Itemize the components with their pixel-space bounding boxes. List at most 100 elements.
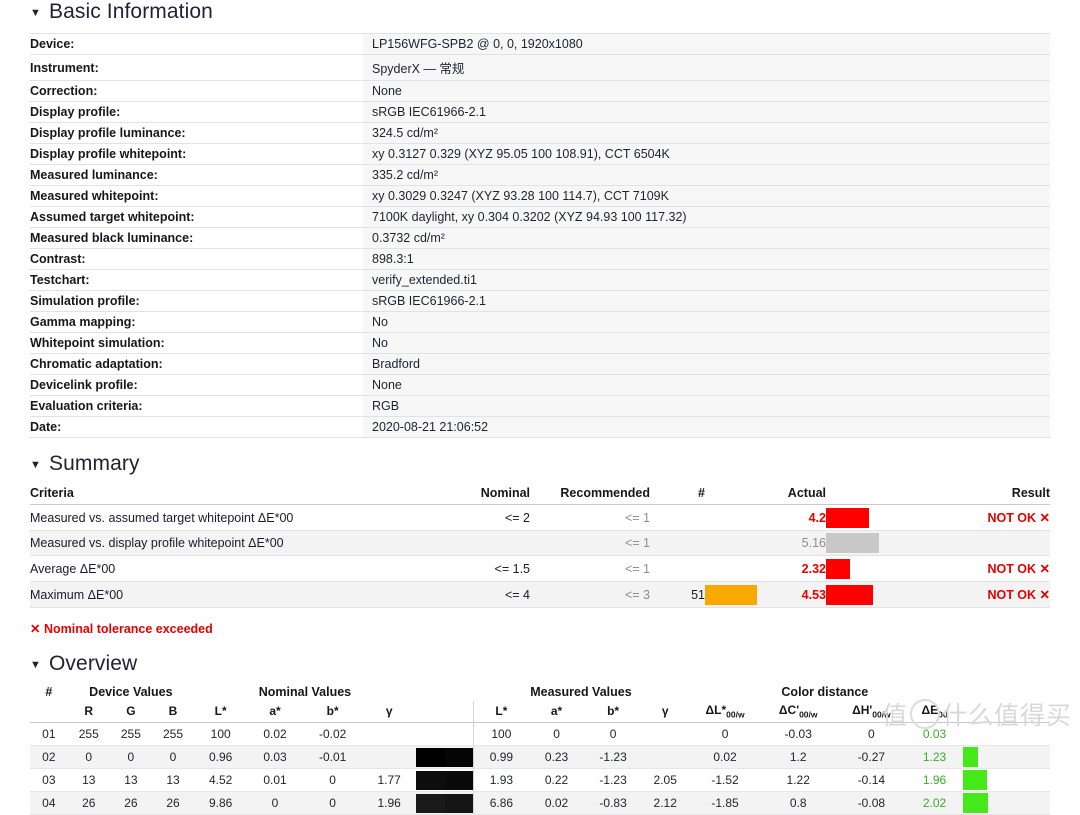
info-key: Measured luminance:	[30, 164, 363, 186]
sub-r: R	[67, 701, 110, 724]
col-recommended: Recommended	[530, 484, 650, 505]
grp-device-values: Device Values	[89, 685, 173, 699]
summary-result: NOT OK ✕	[946, 555, 1050, 582]
sub-swatch-nominal	[415, 701, 445, 724]
summary-criteria: Maximum ΔE*00	[30, 581, 440, 608]
nominal-L: 0.96	[194, 745, 248, 770]
nominal-L: 4.52	[194, 768, 248, 793]
col-criteria: Criteria	[30, 484, 440, 505]
grp-nominal-values: Nominal Values	[258, 685, 352, 699]
row-index: 02	[30, 745, 68, 770]
swatch-measured-chip	[444, 724, 473, 744]
delta-e-bar-cell	[961, 791, 1050, 815]
summary-header[interactable]: ▼ Summary	[30, 452, 1050, 476]
measured-a: 0.22	[528, 768, 585, 793]
summary-count: 51	[650, 581, 705, 608]
row-index: 03	[30, 768, 68, 793]
sub-measured-a: a*	[528, 701, 585, 724]
sub-delta-C: ΔC'00/w	[761, 701, 835, 724]
info-key: Chromatic adaptation:	[30, 353, 363, 375]
swatch-measured	[444, 768, 474, 793]
device-b: 26	[151, 791, 195, 815]
info-row: Display profile: sRGB IEC61966-2.1	[30, 101, 1050, 123]
measured-b: 0	[584, 722, 642, 747]
summary-row: Average ΔE*00 <= 1.5 <= 1 2.32 NOT OK ✕	[30, 555, 1050, 582]
nominal-tolerance-warning: ✕ Nominal tolerance exceeded	[30, 622, 213, 636]
col-result: Result	[946, 484, 1050, 505]
overview-header[interactable]: ▼ Overview	[30, 652, 1050, 676]
swatch-measured	[444, 791, 474, 815]
summary-nominal	[440, 530, 530, 556]
watermark: 值 什么值得买	[882, 696, 1072, 732]
info-key: Measured whitepoint:	[30, 185, 363, 207]
info-key: Display profile whitepoint:	[30, 143, 363, 165]
summary-nominal: <= 2	[440, 504, 530, 531]
summary-count	[650, 504, 705, 531]
col-actual: Actual	[763, 484, 826, 505]
summary-recommended: <= 1	[530, 555, 650, 582]
device-g: 255	[109, 722, 152, 747]
measured-b: -0.83	[584, 791, 642, 815]
info-row: Measured black luminance: 0.3732 cd/m²	[30, 227, 1050, 249]
summary-table: Criteria Nominal Recommended # Actual Re…	[30, 484, 1050, 608]
info-key: Whitepoint simulation:	[30, 332, 363, 354]
info-row: Date: 2020-08-21 21:06:52	[30, 416, 1050, 438]
info-row: Assumed target whitepoint: 7100K daylight…	[30, 206, 1050, 228]
info-row: Instrument: SpyderX — 常规	[30, 54, 1050, 81]
device-r: 255	[67, 722, 110, 747]
delta-C: -0.03	[761, 722, 835, 747]
nominal-L: 100	[194, 722, 248, 747]
measured-gamma: 2.12	[641, 791, 689, 815]
delta-E: 1.23	[907, 745, 962, 770]
watermark-left: 值	[881, 701, 908, 730]
swatch-nominal-chip	[415, 747, 445, 767]
summary-actual: 5.16	[763, 530, 826, 556]
chevron-down-icon[interactable]: ▼	[30, 7, 41, 19]
chevron-down-icon[interactable]: ▼	[30, 659, 41, 671]
summary-actual: 4.2	[763, 504, 826, 531]
device-r: 0	[67, 745, 110, 770]
delta-L: 0	[688, 722, 762, 747]
sub-measured-L: L*	[472, 701, 529, 724]
measured-L: 0.99	[472, 745, 529, 770]
info-key: Gamma mapping:	[30, 311, 363, 333]
chevron-down-icon[interactable]: ▼	[30, 459, 41, 471]
swatch-measured-chip	[444, 770, 473, 790]
actual-bar	[826, 533, 879, 553]
summary-nominal: <= 4	[440, 581, 530, 608]
info-key: Display profile luminance:	[30, 122, 363, 144]
sub-nominal-b: b*	[302, 701, 363, 724]
summary-count	[650, 555, 705, 582]
nominal-gamma: 1.96	[362, 791, 416, 815]
delta-C: 1.2	[761, 745, 835, 770]
col-nominal: Nominal	[440, 484, 530, 505]
info-key: Evaluation criteria:	[30, 395, 363, 417]
report-page: ▼ Basic Information Device: LP156WFG-SPB2…	[0, 0, 1080, 815]
measured-a: 0	[528, 722, 585, 747]
info-value: None	[363, 80, 1050, 102]
info-key: Date:	[30, 416, 363, 438]
overview-row: 04 26 26 26 9.86 0 0 1.96 6.86 0.02 -0.83 2.12 -1.85…	[30, 791, 1050, 815]
swatch-nominal	[415, 768, 445, 793]
device-g: 0	[109, 745, 152, 770]
basic-information-header[interactable]: ▼ Basic Information	[30, 0, 1050, 24]
info-value: xy 0.3029 0.3247 (XYZ 93.28 100 114.7), …	[363, 185, 1050, 207]
info-key: Contrast:	[30, 248, 363, 270]
swatch-nominal-chip	[415, 793, 445, 813]
info-value: SpyderX — 常规	[363, 54, 1050, 81]
nominal-a: 0.03	[247, 745, 303, 770]
grp-swatches	[416, 683, 474, 701]
info-row: Contrast: 898.3:1	[30, 248, 1050, 270]
device-g: 13	[109, 768, 152, 793]
sub-nominal-gamma: γ	[362, 701, 416, 724]
summary-actual: 2.32	[763, 555, 826, 582]
info-row: Device: LP156WFG-SPB2 @ 0, 0, 1920x1080	[30, 33, 1050, 55]
summary-actual-bar	[826, 504, 946, 531]
device-r: 13	[67, 768, 110, 793]
info-value: None	[363, 374, 1050, 396]
col-actual-bar	[826, 484, 946, 505]
info-row: Simulation profile: sRGB IEC61966-2.1	[30, 290, 1050, 312]
grp-index: #	[45, 685, 53, 699]
info-value: sRGB IEC61966-2.1	[363, 290, 1050, 312]
summary-row: Measured vs. display profile whitepoint …	[30, 530, 1050, 556]
